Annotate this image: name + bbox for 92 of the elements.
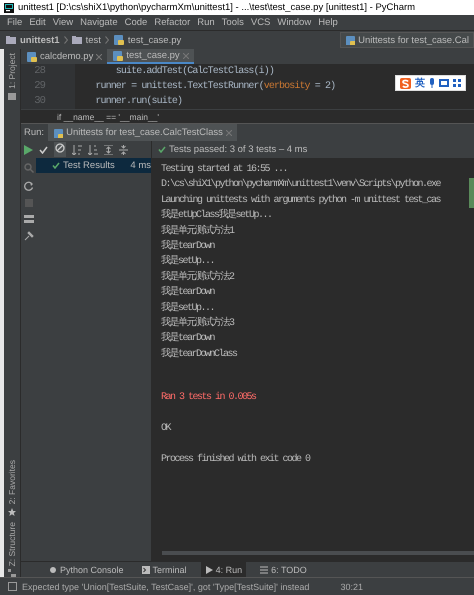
python-file-icon xyxy=(112,50,124,62)
structure-icon xyxy=(8,569,16,577)
folder-icon xyxy=(6,36,16,44)
console-line: Launching unittests with arguments python -m unittest test_cas xyxy=(161,194,442,208)
editor-tab[interactable]: test_case.py xyxy=(107,49,194,64)
check-icon xyxy=(158,146,166,153)
sort-duration-icon[interactable] xyxy=(88,144,98,154)
rerun-icon[interactable] xyxy=(24,181,34,191)
console-line: 我是setUp... xyxy=(161,254,216,270)
tool-window-button[interactable]: 1: Project xyxy=(4,53,20,100)
app-logo-icon xyxy=(4,2,14,12)
status-message: Expected type 'Union[TestSuite, TestCase]', got 'Type[TestSuite]' instead xyxy=(22,582,310,592)
menu-item[interactable]: Tools xyxy=(218,17,247,28)
run-icon xyxy=(204,566,213,574)
terminal-icon xyxy=(142,566,150,574)
python-test-icon xyxy=(345,35,356,45)
console-line: D:\cs\shiX1\python\pycharmXm\unittest1\venv\Scripts\python.exe xyxy=(161,178,442,192)
code-line: suite.addTest(CalcTestClass(i)) xyxy=(114,66,274,77)
breadcrumb[interactable]: unittest1 xyxy=(20,34,60,46)
menu-item[interactable]: Code xyxy=(122,17,150,28)
python-file-icon xyxy=(26,50,37,62)
window-title: unittest1 [D:\cs\shiX1\python\pycharmXm\unittest1] - ...\test\test_case.py [unittest1] - PyCharm xyxy=(18,2,416,13)
python-file-icon xyxy=(112,34,124,46)
collapse-all-icon[interactable] xyxy=(119,144,128,154)
console-line: 我是单元测试方法1 xyxy=(161,224,236,239)
duration-label: 4 ms xyxy=(130,160,151,171)
console-line: 我是setUp... xyxy=(161,300,216,316)
chevron-icon xyxy=(104,36,109,44)
console-icon xyxy=(49,566,57,574)
menu-item[interactable]: VCS xyxy=(248,17,274,28)
ime-logo-icon xyxy=(400,78,411,88)
run-icon[interactable] xyxy=(24,145,33,155)
ime-mode-label[interactable]: 英 xyxy=(415,76,425,90)
expand-all-icon[interactable] xyxy=(104,144,113,154)
caret-position[interactable]: 30:21 xyxy=(340,582,363,592)
menu-item[interactable]: Navigate xyxy=(77,17,121,28)
console-line: OK xyxy=(161,422,172,436)
breadcrumb[interactable]: test_case.py xyxy=(128,34,182,46)
microphone-icon xyxy=(429,78,435,88)
close-icon xyxy=(226,130,232,136)
todo-icon xyxy=(260,566,268,574)
console-line: 我是单元测试方法3 xyxy=(161,316,236,331)
scroll-marker xyxy=(469,178,474,208)
favorites-icon xyxy=(8,508,16,516)
console-line: 我是单元测试方法2 xyxy=(161,270,236,285)
layout-icon[interactable] xyxy=(24,215,34,223)
tool-window-tab[interactable]: 6: TODO xyxy=(256,562,311,577)
console-line: 我是tearDown xyxy=(161,331,216,346)
menu-item[interactable]: Refactor xyxy=(151,17,194,28)
console-line: 我是tearDown xyxy=(161,238,216,254)
menu-item[interactable]: Edit xyxy=(26,17,49,28)
tool-window-button[interactable]: 2: Favorites xyxy=(4,460,20,516)
close-icon xyxy=(96,54,102,60)
code-breadcrumb[interactable]: if __name__ == '__main__' xyxy=(57,112,160,122)
folder-icon xyxy=(72,36,82,44)
project-icon xyxy=(8,92,16,100)
tool-window-tab[interactable]: Python Console xyxy=(45,562,128,577)
editor-tab[interactable]: calcdemo.py xyxy=(21,49,108,64)
run-label: Run: xyxy=(24,127,44,138)
menu-item[interactable]: Window xyxy=(274,17,314,28)
tool-window-tab[interactable]: Terminal xyxy=(138,562,191,577)
close-icon xyxy=(182,52,189,58)
chevron-icon xyxy=(64,36,68,44)
keyboard-icon xyxy=(439,79,449,87)
menu-item[interactable]: File xyxy=(4,17,26,28)
console-line: Ran 3 tests in 0.005s xyxy=(161,390,258,406)
tool-window-tab[interactable]: 4: Run xyxy=(200,562,246,577)
menu-item[interactable]: Help xyxy=(315,17,341,28)
panel-icon xyxy=(8,582,17,591)
console-line: Testing started at 16:55 ... xyxy=(161,162,288,177)
check-icon xyxy=(52,162,60,169)
code-line: runner = unittest.TextTestRunner(verbosity = 2) xyxy=(94,81,336,92)
run-config-selector[interactable]: Unittests for test_case.Cal xyxy=(340,32,474,48)
tool-window-button[interactable]: Z: Structure xyxy=(4,522,20,577)
toolbar-toggle[interactable] xyxy=(54,142,66,157)
sort-icon[interactable] xyxy=(72,144,82,154)
console-line: 我是tearDownClass xyxy=(161,346,238,362)
menu-item[interactable]: View xyxy=(50,17,76,28)
menu-item[interactable]: Run xyxy=(194,17,218,28)
breadcrumb[interactable]: test xyxy=(86,34,101,46)
run-tab[interactable]: Unittests for test_case.CalcTestClass xyxy=(48,124,237,141)
console-line: Process finished with exit code 0 xyxy=(161,452,312,467)
horizontal-scrollbar[interactable] xyxy=(162,551,474,555)
console-line: 我是tearDown xyxy=(161,285,216,300)
console-line: 我是etUpClass我是setUp... xyxy=(161,208,273,224)
python-test-icon xyxy=(53,128,64,138)
code-line: runner.run(suite) xyxy=(94,96,182,107)
ime-toolbar[interactable]: 英 xyxy=(395,75,466,91)
tests-status: Tests passed: 3 of 3 tests – 4 ms xyxy=(169,144,308,155)
cancel-icon xyxy=(55,143,65,153)
grid-icon xyxy=(453,79,461,87)
test-results-item[interactable]: Test Results 4 ms xyxy=(36,158,151,173)
